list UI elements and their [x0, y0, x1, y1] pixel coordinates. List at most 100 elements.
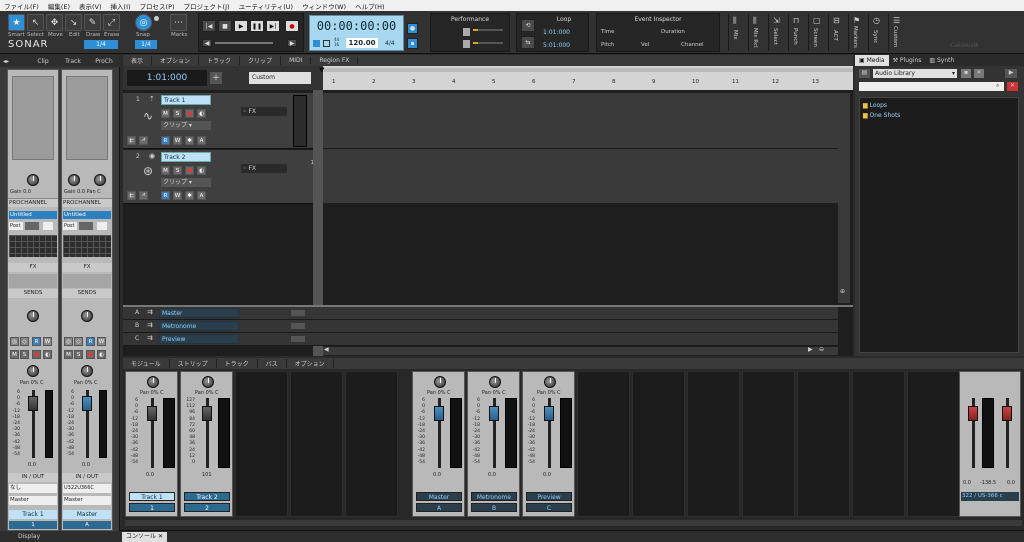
archive-icon[interactable]: A	[197, 136, 206, 145]
bus-row-a[interactable]: A ⇉ Master	[123, 307, 838, 320]
archive-icon[interactable]: A	[197, 191, 206, 200]
snap-icon[interactable]: ◎	[135, 14, 152, 31]
zoom-icon[interactable]: ⊕	[840, 288, 845, 295]
read-auto-button[interactable]: R	[161, 191, 170, 200]
tab-clip[interactable]: Clip	[28, 58, 58, 65]
mix-rcl-module[interactable]: ⫼ Mix Rcl	[748, 14, 766, 51]
write-auto-button[interactable]: W	[173, 191, 182, 200]
send-level-knob[interactable]	[27, 310, 39, 322]
ei-duration[interactable]: Duration	[661, 29, 685, 35]
smart-tool-icon[interactable]: ★	[8, 14, 25, 31]
read-auto-button[interactable]: R	[86, 337, 95, 346]
tab-media[interactable]: ▣ Media	[855, 55, 889, 66]
preview-play-icon[interactable]: ▶	[1005, 69, 1017, 78]
input-echo-icon[interactable]: ◐	[97, 350, 106, 359]
scrub-forward-icon[interactable]: ▶	[287, 39, 297, 47]
add-track-icon[interactable]: +	[210, 72, 222, 84]
sync-module[interactable]: ◷ Sync	[868, 14, 886, 51]
now-time-display[interactable]: 1:01:000	[127, 70, 207, 86]
volume-fader[interactable]	[202, 406, 212, 421]
volume-fader[interactable]	[82, 396, 92, 411]
prochannel-header[interactable]: PROCHANNEL	[8, 198, 58, 207]
fx-bin[interactable]	[9, 274, 57, 288]
fx-bin[interactable]	[63, 274, 111, 288]
input-echo-icon[interactable]: ◐	[197, 166, 206, 175]
bus-name[interactable]: Metronome	[159, 321, 239, 331]
output-select[interactable]: Master	[63, 496, 111, 505]
close-tab-icon[interactable]: ✕	[158, 533, 163, 540]
read-auto-button[interactable]: R	[161, 136, 170, 145]
bus-name[interactable]: Preview	[159, 334, 239, 344]
fx-bin[interactable]: ◦ FX	[241, 107, 287, 116]
post-button[interactable]: Post	[9, 222, 23, 230]
record-icon[interactable]: ●	[285, 20, 299, 32]
menu-utilities[interactable]: ユーティリティ(U)	[239, 1, 294, 11]
write-auto-button[interactable]: W	[173, 136, 182, 145]
menu-view[interactable]: 表示(V)	[79, 1, 102, 11]
markers-module[interactable]: ⚑ Markers	[848, 14, 866, 51]
post-button[interactable]: Post	[63, 222, 77, 230]
sends-header[interactable]: SENDS	[8, 289, 58, 298]
mute-button[interactable]: M	[10, 350, 19, 359]
strip-name[interactable]: Track 1	[9, 510, 57, 519]
edit-tool-icon[interactable]: ↘	[65, 14, 82, 31]
menu-edit[interactable]: 編集(E)	[48, 1, 70, 11]
pan-knob[interactable]	[27, 365, 39, 377]
menu-insert[interactable]: 挿入(I)	[111, 1, 131, 11]
fx-header[interactable]: FX	[8, 263, 58, 272]
volume-fader[interactable]	[544, 406, 554, 421]
send-level-knob[interactable]	[81, 310, 93, 322]
pan-knob[interactable]	[147, 376, 159, 388]
clip-select[interactable]: クリップ ▾	[161, 121, 211, 130]
browser-search-input[interactable]: ⌕	[859, 82, 1004, 91]
arm-button[interactable]: ●	[32, 350, 41, 359]
act-module[interactable]: ⊟ ACT	[828, 14, 846, 51]
ei-vel[interactable]: Vel	[641, 42, 649, 48]
hw-output-name[interactable]: 322 / US-366 c	[961, 492, 1019, 501]
tab-plugins[interactable]: ⚒ Plugins	[889, 55, 926, 66]
screen-module[interactable]: ▢ Screen	[808, 14, 826, 51]
workspace-select[interactable]: Custom	[249, 72, 311, 84]
volume-fader[interactable]	[28, 396, 38, 411]
loop-end[interactable]: 5:01:000	[543, 42, 570, 49]
tv-menu-view[interactable]: 表示	[127, 56, 153, 65]
marks-icon[interactable]: ⋯	[170, 14, 187, 31]
list-item[interactable]: ▆ Loops	[863, 102, 887, 109]
prochannel-eq-graph[interactable]	[63, 235, 111, 257]
input-echo-icon[interactable]: ◐	[197, 109, 206, 118]
pause-icon[interactable]: ❚❚	[250, 20, 264, 32]
prochannel-eq-graph[interactable]	[9, 235, 57, 257]
track-name[interactable]: Track 2	[161, 152, 211, 162]
tab-track[interactable]: Track	[58, 58, 88, 65]
pan-knob[interactable]	[81, 365, 93, 377]
loop-start[interactable]: 1:01:000	[543, 29, 570, 36]
ei-pitch[interactable]: Pitch	[601, 42, 614, 48]
inspector-options-icon[interactable]: ◂▸	[0, 58, 28, 65]
edit-filter-icon[interactable]: ⇇	[127, 136, 136, 145]
autopunch-icon[interactable]: ▪	[407, 38, 418, 49]
mix-module[interactable]: ⫼ Mix	[728, 14, 746, 51]
browser-menu-icon[interactable]: ▤	[859, 69, 870, 78]
menu-project[interactable]: プロジェクト(J)	[184, 1, 230, 11]
tab-prochannel[interactable]: ProCh	[88, 58, 120, 65]
track-name[interactable]: Track 1	[161, 95, 211, 105]
input-echo-icon[interactable]: ◐	[43, 350, 52, 359]
freeze-icon[interactable]: ✱	[185, 136, 194, 145]
pan-knob[interactable]	[94, 174, 106, 186]
io-header[interactable]: IN / OUT	[8, 473, 58, 482]
mute-button[interactable]: M	[161, 166, 170, 175]
read-auto-button[interactable]: R	[32, 337, 41, 346]
time-display[interactable]: 00:00:00:00 44 16 120.00 4/4	[309, 15, 404, 51]
menu-window[interactable]: ウィンドウ(W)	[302, 1, 346, 11]
strip-name[interactable]: Track 2	[184, 492, 230, 501]
content-location-select[interactable]: Audio Library ▾	[873, 69, 957, 78]
ei-time[interactable]: Time	[601, 29, 614, 35]
clear-search-icon[interactable]: ✕	[1007, 82, 1018, 91]
phase-icon[interactable]: ◎	[64, 337, 73, 346]
metronome-icon[interactable]	[323, 40, 330, 47]
menu-help[interactable]: ヘルプ(H)	[355, 1, 384, 11]
rewind-to-start-icon[interactable]: |◀	[202, 20, 216, 32]
automation-icon[interactable]: ⩘	[139, 191, 148, 200]
save-location-icon[interactable]: ▪	[961, 69, 971, 78]
arm-button[interactable]: ●	[185, 109, 194, 118]
